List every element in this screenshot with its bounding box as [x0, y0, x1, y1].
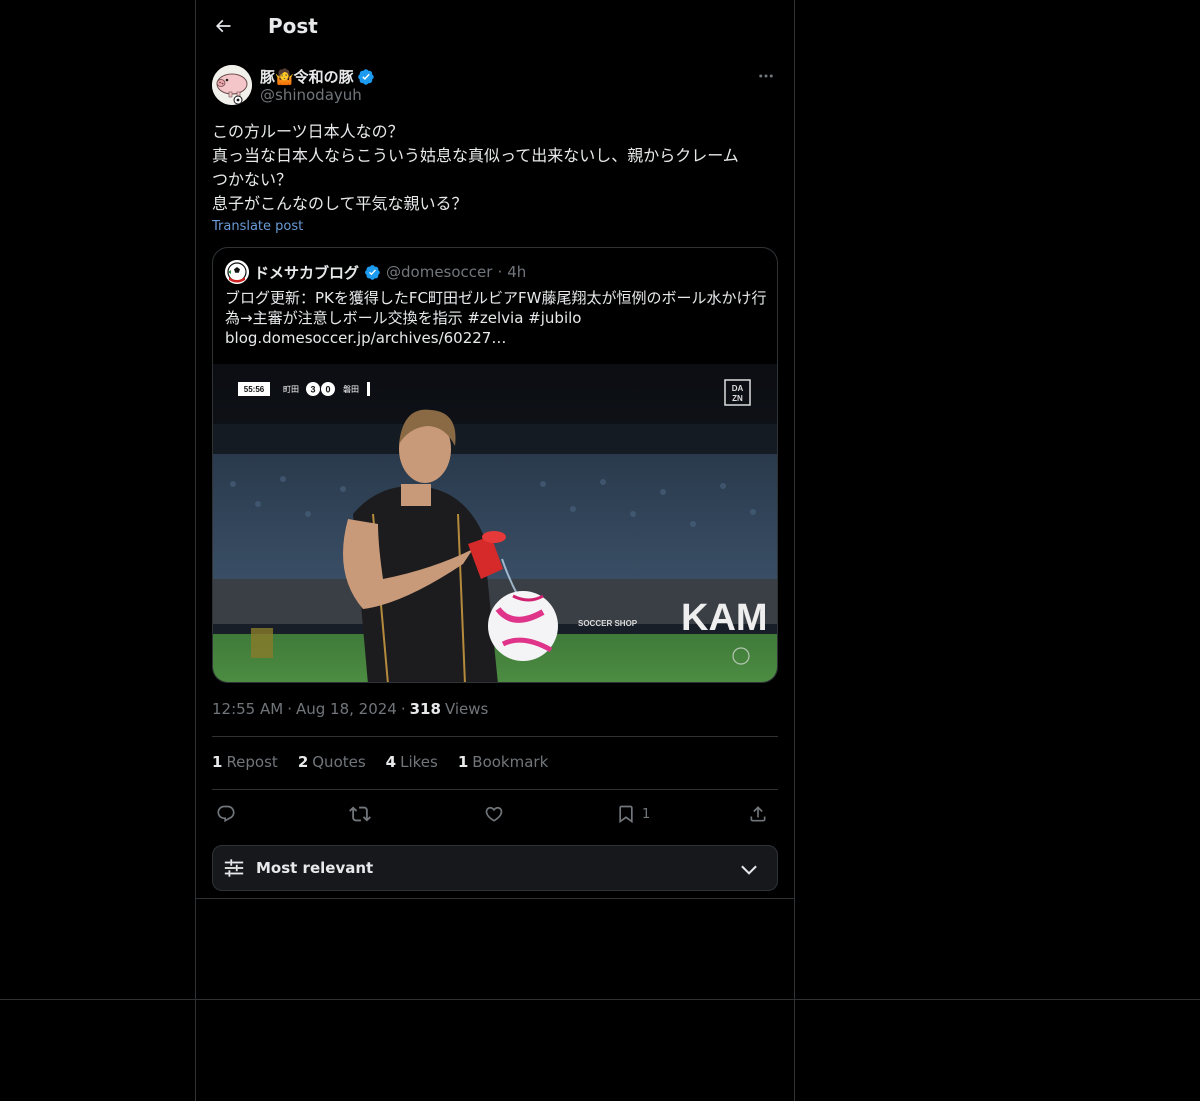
scoreboard-home-score: 3 — [310, 385, 315, 395]
quoted-avatar — [225, 260, 249, 284]
heart-icon — [485, 806, 503, 822]
verified-badge-icon — [357, 68, 374, 85]
reply-button[interactable] — [216, 801, 236, 827]
post-stats: 1 Repost 2 Quotes 4 Likes 1 Bookmark — [212, 753, 548, 771]
like-button[interactable] — [484, 801, 504, 827]
board-text: KAM — [681, 597, 768, 639]
quoted-media-image[interactable]: SOCCER SHOP KAM 55:56 町田 3 0 磐田 DA ZN — [213, 364, 777, 682]
share-icon — [750, 806, 766, 822]
dot-separator: · — [287, 700, 292, 718]
scoreboard-time: 55:56 — [244, 385, 265, 394]
bookmarks-label: Bookmark — [472, 753, 549, 771]
bookmarks-stat[interactable]: 1 Bookmark — [458, 753, 548, 771]
post-actions: 1 — [212, 801, 778, 829]
scoreboard-home: 町田 — [283, 385, 299, 394]
quoted-time: 4h — [507, 263, 527, 281]
quoted-text-line: 為→主審が注意しボール交換を指示 #zelvia #jubilo — [225, 309, 582, 327]
likes-label: Likes — [400, 753, 438, 771]
author-handle[interactable]: @shinodayuh — [260, 86, 362, 104]
translate-post-link[interactable]: Translate post — [212, 219, 303, 234]
divider — [212, 789, 778, 790]
post-text-line: 息子がこんなのして平気な親いる？ — [212, 194, 468, 213]
verified-badge-icon — [365, 264, 380, 280]
views-label: Views — [444, 700, 489, 718]
post-text: この方ルーツ日本人なの？ 真っ当な日本人ならこういう姑息な真似って出来ないし、親… — [212, 120, 778, 216]
quoted-post-header: ドメサカブログ @domesoccer · 4h — [225, 260, 527, 284]
avatar[interactable] — [212, 65, 252, 105]
more-options-button[interactable] — [754, 65, 778, 87]
views-count: 318 — [409, 700, 441, 718]
reply-sort-dropdown[interactable]: Most relevant — [212, 845, 778, 891]
likes-count: 4 — [385, 753, 397, 771]
author-name[interactable]: 豚🤷令和の豚 — [260, 66, 375, 87]
svg-text:DA: DA — [732, 384, 744, 393]
quotes-count: 2 — [297, 753, 309, 771]
quoted-text-line: blog.domesoccer.jp/archives/60227… — [225, 329, 507, 347]
dot-separator: · — [497, 263, 503, 281]
top-bar: Post — [196, 0, 794, 53]
sliders-icon — [224, 859, 244, 877]
quoted-text-line: ブログ更新：PKを獲得したFC町田ゼルビアFW藤尾翔太が恒例のボール水かけ行 — [225, 289, 767, 307]
post-time[interactable]: 12:55 AM — [212, 700, 283, 718]
repost-button[interactable] — [349, 801, 371, 827]
quoted-author-name: ドメサカブログ — [254, 263, 360, 282]
board-small-text: SOCCER SHOP — [578, 619, 638, 628]
svg-text:ZN: ZN — [732, 394, 743, 403]
author-name-text: 豚🤷令和の豚 — [260, 68, 354, 86]
post-text-line: この方ルーツ日本人なの？ — [212, 122, 404, 141]
bookmark-count: 1 — [642, 806, 651, 822]
reposts-stat[interactable]: 1 Repost — [212, 753, 278, 771]
primary-column: Post 豚🤷令和の豚 @shinodayuh この方ルーツ日本人なの？ 真っ当… — [195, 0, 795, 1101]
repost-icon — [349, 806, 371, 822]
likes-stat[interactable]: 4 Likes — [386, 753, 438, 771]
scoreboard-away-score: 0 — [325, 385, 330, 395]
reply-icon — [217, 805, 235, 823]
post-text-line: 真っ当な日本人ならこういう姑息な真似って出来ないし、親からクレーム — [212, 146, 739, 165]
post-meta: 12:55 AM · Aug 18, 2024 · 318 Views — [212, 700, 488, 718]
reposts-count: 1 — [212, 753, 223, 771]
quotes-stat[interactable]: 2 Quotes — [298, 753, 366, 771]
scoreboard-away: 磐田 — [343, 384, 359, 394]
post-author: 豚🤷令和の豚 @shinodayuh — [212, 65, 778, 107]
quoted-post-card[interactable]: ドメサカブログ @domesoccer · 4h ブログ更新：PKを獲得したFC… — [212, 247, 778, 683]
more-horizontal-icon — [759, 74, 773, 78]
quotes-label: Quotes — [312, 753, 366, 771]
back-button[interactable] — [210, 13, 236, 39]
reposts-label: Repost — [226, 753, 278, 771]
arrow-left-icon — [215, 19, 231, 33]
chevron-down-icon — [741, 865, 757, 875]
post-date[interactable]: Aug 18, 2024 — [296, 700, 397, 718]
bookmark-button[interactable]: 1 — [616, 801, 650, 827]
sort-label: Most relevant — [256, 859, 374, 877]
bookmarks-count: 1 — [457, 753, 469, 771]
page-title: Post — [268, 14, 318, 38]
quoted-author-handle: @domesoccer — [386, 263, 493, 281]
divider — [212, 736, 778, 737]
section-divider — [196, 898, 794, 899]
share-button[interactable] — [748, 801, 768, 827]
bookmark-icon — [619, 805, 633, 824]
dot-separator: · — [400, 700, 406, 718]
quoted-post-text: ブログ更新：PKを獲得したFC町田ゼルビアFW藤尾翔太が恒例のボール水かけ行 為… — [225, 288, 767, 348]
post-text-line: つかない？ — [212, 170, 293, 189]
